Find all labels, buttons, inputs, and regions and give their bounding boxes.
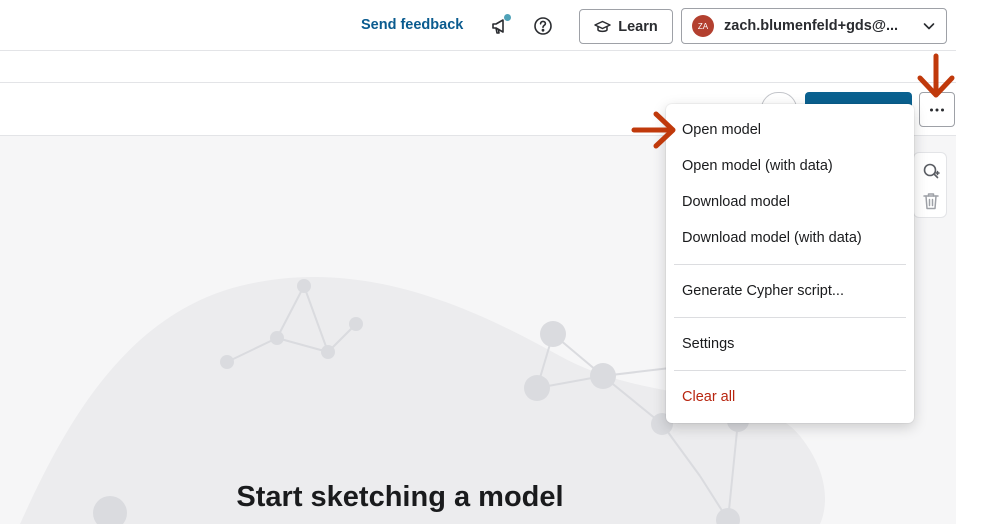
menu-item-open-model-with-data[interactable]: Open model (with data) — [682, 158, 833, 174]
menu-divider — [674, 370, 906, 371]
menu-item-open-model[interactable]: Open model — [682, 122, 761, 138]
delete-button[interactable] — [921, 191, 941, 211]
menu-divider — [674, 264, 906, 265]
menu-item-generate-cypher[interactable]: Generate Cypher script... — [682, 283, 844, 299]
red-arrow-icon — [631, 111, 676, 149]
menu-item-clear-all[interactable]: Clear all — [682, 389, 735, 405]
more-options-menu: Open model Open model (with data) Downlo… — [666, 104, 914, 423]
menu-item-download-model-with-data[interactable]: Download model (with data) — [682, 230, 862, 246]
avatar: ZA — [692, 15, 714, 37]
trash-icon — [923, 193, 939, 210]
empty-canvas-title: Start sketching a model — [236, 481, 564, 513]
top-header: Send feedback Learn ZA zach.blumenfeld+g… — [0, 0, 956, 51]
search-plus-icon — [923, 163, 940, 179]
announcements-button[interactable] — [488, 14, 512, 38]
search-add-button[interactable] — [921, 161, 941, 181]
menu-item-download-model[interactable]: Download model — [682, 194, 790, 210]
menu-item-settings[interactable]: Settings — [682, 336, 734, 352]
learn-label: Learn — [618, 18, 658, 35]
chevron-down-icon — [923, 23, 935, 30]
red-arrow-icon — [917, 53, 955, 98]
learn-button[interactable]: Learn — [579, 9, 673, 44]
secondary-bar — [0, 51, 956, 83]
ellipsis-icon — [930, 108, 944, 111]
menu-divider — [674, 317, 906, 318]
canvas-side-tools — [913, 152, 947, 218]
right-gutter — [956, 0, 986, 524]
send-feedback-link[interactable]: Send feedback — [361, 17, 463, 33]
notification-dot — [504, 14, 511, 21]
user-account-select[interactable]: ZA zach.blumenfeld+gds@... — [681, 8, 947, 44]
user-name: zach.blumenfeld+gds@... — [724, 18, 899, 34]
help-button[interactable] — [531, 14, 555, 38]
graduation-cap-icon — [594, 20, 611, 32]
help-circle-icon — [534, 17, 552, 35]
